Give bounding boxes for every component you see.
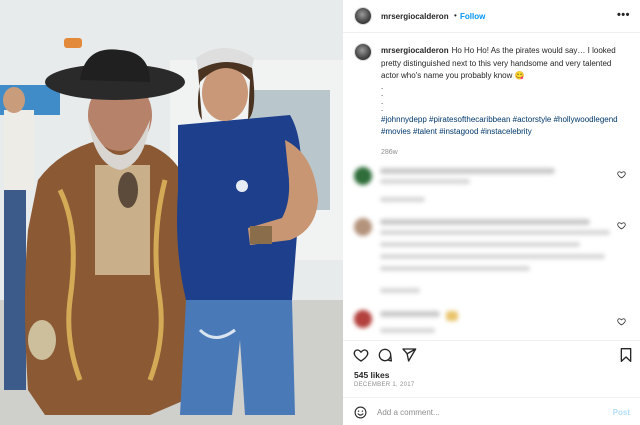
caption-avatar-icon[interactable] [354,43,372,61]
bookmark-icon[interactable] [618,347,634,363]
comment-text-blurred [380,230,610,235]
add-comment-bar: Post [343,397,640,425]
caption-text: mrsergiocalderon Ho Ho Ho! As the pirates… [381,45,626,159]
caption-dot: . [381,104,384,113]
comment-meta-blurred [380,288,420,293]
caption-dot: . [381,89,384,98]
caption-dot: . [381,81,384,91]
post-comment-button[interactable]: Post [613,408,630,417]
heart-icon[interactable] [353,347,369,363]
comment-text-blurred [380,254,605,259]
comment-text-blurred [380,219,590,225]
post-side-panel: mrsergiocalderon • Follow ••• mrsergioca… [343,0,640,425]
post-date[interactable]: DECEMBER 1, 2017 [354,382,415,388]
comment-heart-icon[interactable] [617,221,626,230]
avatar-icon[interactable] [354,7,372,25]
comment-avatar [354,218,372,236]
comment-avatar [354,310,372,328]
header-username[interactable]: mrsergiocalderon [381,12,449,21]
send-icon[interactable] [401,347,417,363]
post-photo[interactable] [0,0,343,425]
comment-avatar [354,167,372,185]
more-options-button[interactable]: ••• [617,9,630,21]
photo-illustration [0,0,343,425]
comment-text-blurred [380,242,580,247]
comment-text-blurred [380,168,555,174]
caption-dot: . [381,96,384,106]
comment-text-blurred [380,266,530,271]
follow-button[interactable]: Follow [460,12,485,21]
comment-heart-icon[interactable] [617,170,626,179]
caption-dots: . . . . [381,81,626,113]
comment-icon[interactable] [377,347,393,363]
action-bar [343,340,640,370]
post-header: mrsergiocalderon • Follow ••• [343,0,640,33]
separator-dot: • [454,11,457,20]
smiley-icon[interactable] [354,406,367,419]
likes-count[interactable]: 545 likes [354,370,389,380]
caption-timestamp[interactable]: 286w [381,147,626,160]
comment-meta-blurred [380,328,435,333]
comment-heart-icon[interactable] [617,317,626,326]
caption-username[interactable]: mrsergiocalderon [381,46,449,55]
caption-hashtags[interactable]: #johnnydepp #piratesofthecaribbean #acto… [381,114,626,139]
comment-text-blurred [380,179,470,184]
comment-text-blurred [380,311,440,317]
comment-meta-blurred [380,197,425,202]
comment-input[interactable] [377,404,597,420]
comment-emoji-blurred [446,311,458,321]
